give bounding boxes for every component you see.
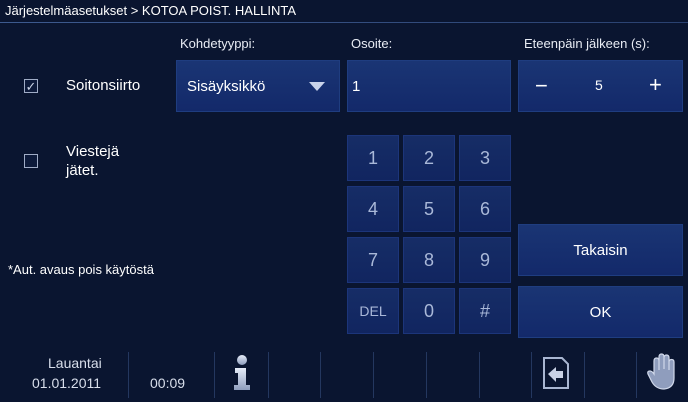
- divider: [636, 352, 637, 398]
- key-5[interactable]: 5: [403, 186, 455, 232]
- info-icon[interactable]: [230, 354, 254, 392]
- breadcrumb-divider: [0, 22, 688, 23]
- status-day: Lauantai: [48, 355, 102, 371]
- key-7[interactable]: 7: [347, 237, 399, 283]
- status-date: 01.01.2011: [32, 375, 102, 391]
- breadcrumb: Järjestelmäasetukset > KOTOA POIST. HALL…: [5, 3, 297, 18]
- divider: [320, 352, 321, 398]
- leave-message-label-line2: jätet.: [66, 162, 99, 179]
- call-forward-checkbox[interactable]: ✓: [24, 79, 38, 93]
- address-header: Osoite:: [351, 36, 393, 51]
- divider: [479, 352, 480, 398]
- address-value: 1: [352, 77, 361, 95]
- leave-message-label: Viestejä jätet.: [66, 142, 119, 180]
- divider: [373, 352, 374, 398]
- key-0[interactable]: 0: [403, 288, 455, 334]
- key-del[interactable]: DEL: [347, 288, 399, 334]
- key-6[interactable]: 6: [459, 186, 511, 232]
- status-time: 00:09: [150, 375, 186, 391]
- divider: [214, 352, 215, 398]
- target-type-header: Kohdetyyppi:: [180, 36, 256, 51]
- return-icon[interactable]: [536, 354, 574, 392]
- leave-message-checkbox[interactable]: [24, 154, 38, 168]
- address-input[interactable]: 1: [347, 60, 511, 112]
- divider: [128, 352, 129, 398]
- key-1[interactable]: 1: [347, 135, 399, 181]
- auto-open-note: *Aut. avaus pois käytöstä: [8, 262, 154, 277]
- key-2[interactable]: 2: [403, 135, 455, 181]
- ok-button[interactable]: OK: [518, 286, 683, 338]
- divider: [268, 352, 269, 398]
- stepper-value: 5: [595, 77, 603, 93]
- divider: [426, 352, 427, 398]
- key-4[interactable]: 4: [347, 186, 399, 232]
- target-type-value: Sisäyksikkö: [187, 77, 266, 95]
- forward-after-stepper: − 5 +: [518, 60, 683, 112]
- minus-button[interactable]: −: [535, 73, 548, 99]
- key-9[interactable]: 9: [459, 237, 511, 283]
- check-icon: ✓: [25, 78, 37, 94]
- chevron-down-icon: [309, 82, 325, 91]
- key-3[interactable]: 3: [459, 135, 511, 181]
- forward-after-header: Eteenpäin jälkeen (s):: [524, 36, 650, 51]
- target-type-dropdown[interactable]: Sisäyksikkö: [176, 60, 340, 112]
- hand-icon[interactable]: [644, 352, 682, 392]
- plus-button[interactable]: +: [649, 72, 662, 98]
- call-forward-label: Soitonsiirto: [66, 77, 141, 94]
- key-8[interactable]: 8: [403, 237, 455, 283]
- key-hash[interactable]: #: [459, 288, 511, 334]
- leave-message-label-line1: Viestejä: [66, 143, 120, 160]
- back-button[interactable]: Takaisin: [518, 224, 683, 276]
- divider: [584, 352, 585, 398]
- divider: [531, 352, 532, 398]
